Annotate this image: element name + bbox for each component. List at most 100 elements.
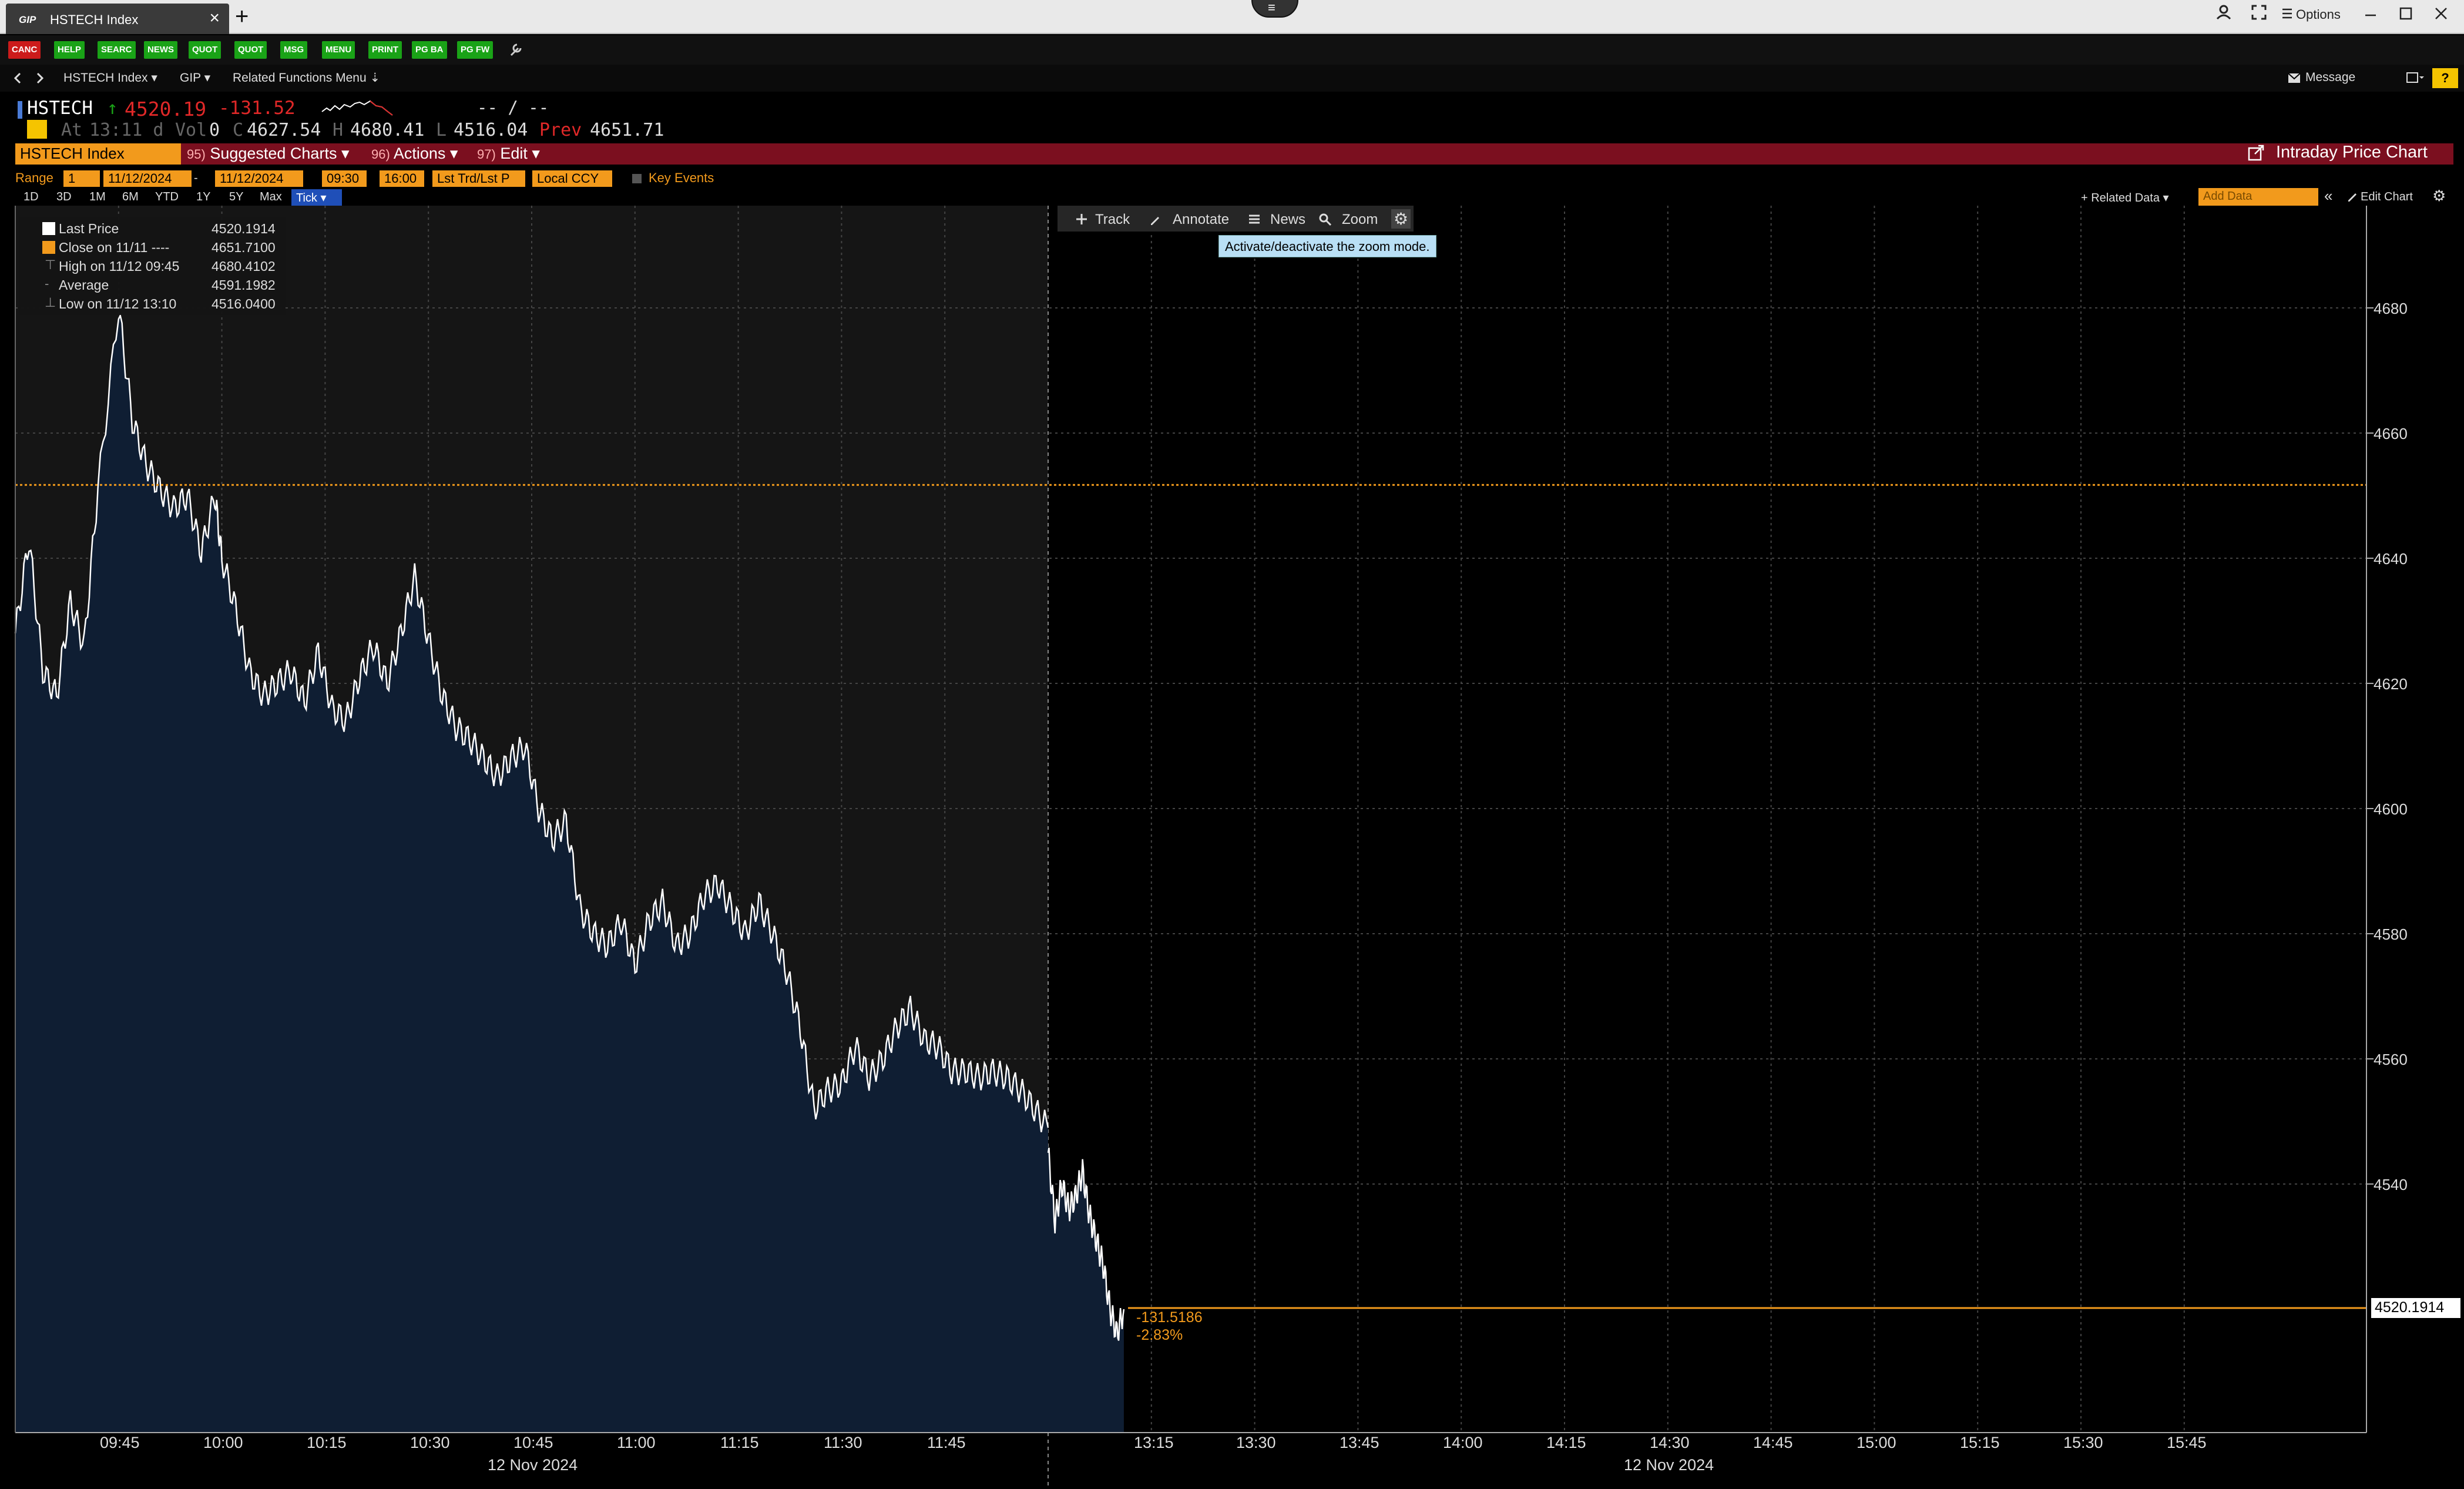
- quote-key[interactable]: QUOT: [189, 41, 221, 59]
- page-forward-key[interactable]: PG FW: [457, 41, 494, 59]
- range-count[interactable]: 1: [63, 170, 100, 187]
- close-window-icon[interactable]: [2432, 5, 2450, 22]
- popout-icon[interactable]: [2248, 145, 2264, 161]
- new-tab-button[interactable]: +: [235, 4, 249, 29]
- back-arrow-icon[interactable]: [12, 72, 24, 85]
- window-layout-icon[interactable]: [2406, 72, 2424, 85]
- price-field-select[interactable]: Lst Trd/Lst P: [432, 170, 525, 187]
- menu-number: 96): [371, 147, 390, 162]
- collapse-icon[interactable]: «: [2324, 187, 2332, 205]
- tools-settings-icon[interactable]: ⚙: [1391, 209, 1411, 229]
- y-tick: 4560: [2374, 1051, 2408, 1068]
- related-data-menu[interactable]: + Related Data ▾: [2081, 190, 2169, 205]
- forward-arrow-icon[interactable]: [34, 72, 46, 85]
- edit-menu[interactable]: 97) Edit ▾: [477, 145, 540, 163]
- x-tick: 10:30: [410, 1434, 450, 1451]
- period-1y[interactable]: 1Y: [196, 190, 210, 204]
- x-tick: 11:15: [720, 1434, 759, 1451]
- search-key[interactable]: SEARC: [98, 41, 136, 59]
- news-tool[interactable]: News: [1270, 212, 1305, 228]
- print-key[interactable]: PRINT: [368, 41, 402, 59]
- start-time-field[interactable]: 09:30: [322, 170, 367, 187]
- annotate-tool[interactable]: Annotate: [1173, 212, 1229, 228]
- legend-value: 4516.0400: [212, 296, 276, 311]
- news-key[interactable]: NEWS: [144, 41, 177, 59]
- security-field[interactable]: HSTECH Index: [15, 143, 181, 165]
- change-percent-label: -2.83%: [1136, 1327, 1183, 1343]
- legend-label: Close on 11/11 ----: [59, 240, 170, 255]
- menu-key[interactable]: MENU: [322, 41, 355, 59]
- period-1m[interactable]: 1M: [89, 190, 106, 204]
- edit-chart-button[interactable]: Edit Chart: [2361, 190, 2413, 204]
- x-tick: 15:30: [2063, 1434, 2103, 1451]
- quote-key-2[interactable]: QUOT: [234, 41, 267, 59]
- period-3d[interactable]: 3D: [56, 190, 72, 204]
- help-key[interactable]: HELP: [54, 41, 85, 59]
- minimize-icon[interactable]: [2362, 5, 2379, 22]
- settings-gear-icon[interactable]: ⚙: [2432, 187, 2446, 205]
- net-change: -131.52: [219, 98, 296, 119]
- key-events-label[interactable]: Key Events: [649, 170, 714, 186]
- suggested-charts-menu[interactable]: 95) Suggested Charts ▾: [187, 145, 350, 163]
- menu-handle[interactable]: ≡: [1251, 0, 1298, 18]
- security-color-bar: [18, 101, 22, 119]
- person-icon[interactable]: [2215, 4, 2233, 21]
- close-tab-icon[interactable]: ×: [209, 9, 220, 27]
- add-data-input[interactable]: Add Data: [2198, 188, 2318, 206]
- tick-frequency-select[interactable]: Tick ▾: [291, 189, 342, 206]
- wrench-icon[interactable]: [508, 40, 525, 58]
- period-max[interactable]: Max: [260, 190, 282, 204]
- chart-toolbar: Track Annotate News Zoom ⚙: [1058, 206, 1414, 232]
- end-date-field[interactable]: 11/12/2024: [215, 170, 303, 187]
- hamburger-icon: ≡: [1268, 0, 1275, 15]
- news-icon: [1249, 214, 1260, 224]
- start-date-field[interactable]: 11/12/2024: [103, 170, 192, 187]
- period-ytd[interactable]: YTD: [155, 190, 179, 204]
- x-tick: 15:45: [2167, 1434, 2207, 1451]
- legend-label: Last Price: [59, 221, 119, 236]
- legend-value: 4591.1982: [212, 277, 276, 293]
- page-back-key[interactable]: PG BA: [412, 41, 447, 59]
- msg-key[interactable]: MSG: [280, 41, 308, 59]
- key-events-checkbox[interactable]: [632, 174, 642, 183]
- period-6m[interactable]: 6M: [122, 190, 139, 204]
- zoom-tool[interactable]: Zoom: [1342, 212, 1378, 228]
- menu-label: Suggested Charts: [210, 145, 337, 162]
- legend-value: 4520.1914: [212, 221, 276, 236]
- track-tool[interactable]: Track: [1095, 212, 1130, 228]
- cancel-key[interactable]: CANC: [8, 41, 41, 59]
- currency-select[interactable]: Local CCY: [532, 170, 612, 187]
- x-tick: 11:30: [824, 1434, 862, 1451]
- function-selector[interactable]: GIP ▾: [180, 71, 210, 85]
- related-functions-menu[interactable]: Related Functions Menu ⇣: [233, 71, 380, 85]
- browser-tab[interactable]: GIP HSTECH Index ×: [6, 4, 229, 34]
- maximize-icon[interactable]: [2397, 5, 2415, 22]
- annotate-pencil-icon: [1151, 217, 1159, 225]
- security-selector[interactable]: HSTECH Index ▾: [63, 71, 157, 85]
- legend-label: High on 11/12 09:45: [59, 259, 180, 274]
- period-1d[interactable]: 1D: [24, 190, 39, 204]
- y-tick: 4540: [2374, 1176, 2408, 1193]
- help-question-button[interactable]: ?: [2432, 68, 2458, 88]
- options-menu-icon[interactable]: [2282, 7, 2292, 20]
- menu-label: Edit: [500, 145, 528, 162]
- menu-label: Actions: [393, 145, 446, 162]
- message-button[interactable]: Message: [2305, 71, 2355, 85]
- x-tick: 13:15: [1134, 1434, 1174, 1451]
- x-tick: 15:00: [1857, 1434, 1896, 1451]
- price-chart[interactable]: [0, 206, 2464, 1489]
- date-label: 12 Nov 2024: [1624, 1456, 1714, 1474]
- x-tick: 13:30: [1236, 1434, 1276, 1451]
- actions-menu[interactable]: 96) Actions ▾: [371, 145, 458, 163]
- period-5y[interactable]: 5Y: [229, 190, 243, 204]
- range-label: Range: [15, 170, 53, 185]
- y-tick: 4660: [2374, 425, 2408, 442]
- prev-close: 4651.71: [590, 120, 664, 140]
- magnifier-icon: [1319, 213, 1332, 226]
- end-time-field[interactable]: 16:00: [380, 170, 424, 187]
- x-tick: 11:00: [617, 1434, 656, 1451]
- legend-value: 4651.7100: [212, 240, 276, 255]
- fullscreen-icon[interactable]: [2250, 4, 2268, 21]
- options-label[interactable]: Options: [2296, 7, 2341, 22]
- high-marker-icon: ⊤: [45, 257, 56, 272]
